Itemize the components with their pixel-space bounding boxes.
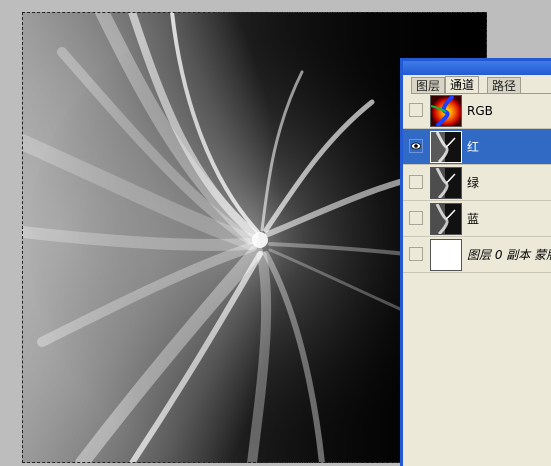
visibility-toggle[interactable] bbox=[409, 211, 423, 225]
channel-name: 图层 0 副本 蒙版 bbox=[467, 248, 551, 262]
channel-name: 蓝 bbox=[467, 212, 480, 226]
tab-channels[interactable]: 通道 bbox=[445, 76, 480, 93]
channel-thumbnail bbox=[430, 203, 462, 235]
channel-row-rgb[interactable]: RGB bbox=[403, 93, 551, 129]
palette-title-bar[interactable] bbox=[403, 61, 551, 75]
tab-paths[interactable]: 路径 bbox=[487, 77, 522, 93]
eye-icon bbox=[411, 142, 421, 150]
channel-row-layer-mask[interactable]: 图层 0 副本 蒙版 bbox=[403, 237, 551, 273]
channel-list: RGB 红 绿 蓝 图层 0 副本 蒙版 bbox=[403, 93, 551, 273]
channel-thumbnail bbox=[430, 95, 462, 127]
tab-layers[interactable]: 图层 bbox=[411, 77, 446, 93]
visibility-toggle[interactable] bbox=[409, 175, 423, 189]
channel-name: 绿 bbox=[467, 176, 480, 190]
visibility-toggle[interactable] bbox=[409, 139, 423, 153]
channel-thumbnail bbox=[430, 239, 462, 271]
channel-row-blue[interactable]: 蓝 bbox=[403, 201, 551, 237]
channel-thumbnail bbox=[430, 131, 462, 163]
visibility-toggle[interactable] bbox=[409, 247, 423, 261]
channel-thumbnail bbox=[430, 167, 462, 199]
channel-row-green[interactable]: 绿 bbox=[403, 165, 551, 201]
palette-tabs: 图层 通道 路径 bbox=[411, 75, 551, 94]
channels-palette: 图层 通道 路径 RGB 红 绿 蓝 图层 0 副本 蒙版 bbox=[400, 58, 551, 466]
channel-name: 红 bbox=[467, 140, 480, 154]
channel-row-red[interactable]: 红 bbox=[403, 129, 551, 165]
visibility-toggle[interactable] bbox=[409, 103, 423, 117]
channel-name: RGB bbox=[467, 104, 493, 118]
